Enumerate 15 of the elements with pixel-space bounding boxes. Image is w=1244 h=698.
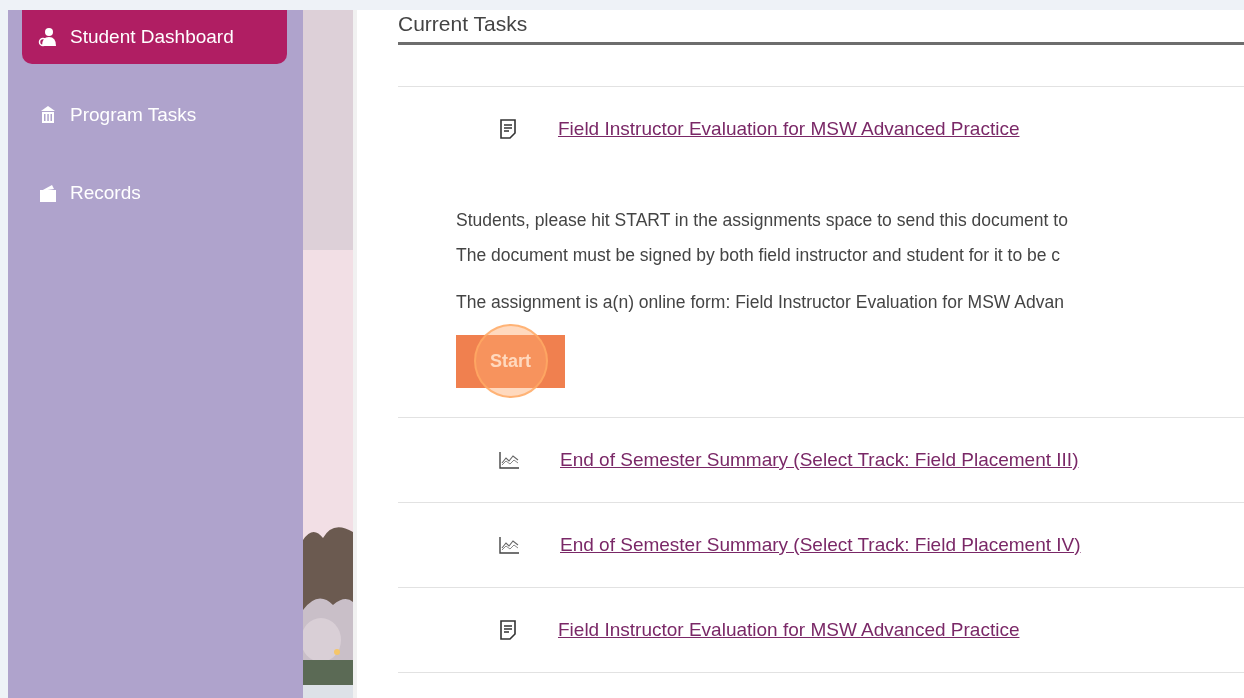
description-text: The document must be signed by both field instructor and student for it to be c (456, 244, 1062, 267)
task-link[interactable]: End of Semester Summary (Select Track: Field Placement III) (560, 445, 1079, 475)
assignment-note: The assignment is a(n) online form: Field Instructor Evaluation for MSW Advan (456, 291, 1065, 314)
line-chart-icon (498, 535, 520, 555)
sidebar-item[interactable]: Student Dashboard (22, 10, 287, 64)
line-chart-icon (498, 450, 520, 470)
folder-icon (38, 183, 58, 203)
document-icon (498, 118, 518, 140)
task-link[interactable]: Field Instructor Evaluation for MSW Advanced Practice (558, 114, 1020, 144)
description-text: Students, please hit START in the assignments space to send this document to (456, 209, 1069, 232)
section-title: Current Tasks (398, 10, 1244, 45)
task-link[interactable]: End of Semester Summary (Select Track: Field Placement IV) (560, 530, 1081, 560)
task-link[interactable]: Field Instructor Evaluation for MSW Advanced Practice (558, 615, 1020, 645)
document-icon (498, 619, 518, 641)
person-icon (38, 27, 58, 47)
